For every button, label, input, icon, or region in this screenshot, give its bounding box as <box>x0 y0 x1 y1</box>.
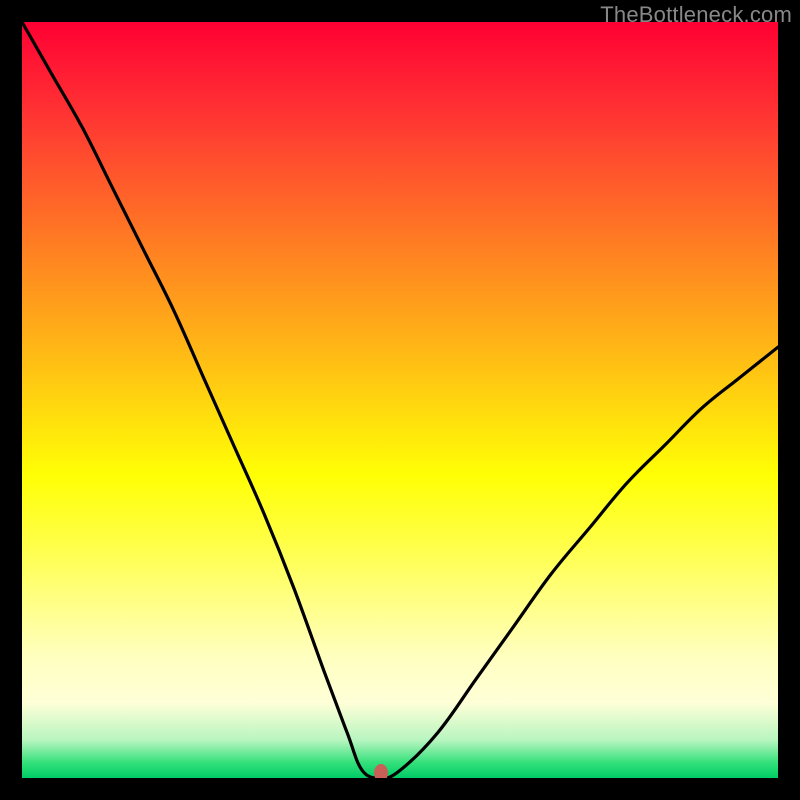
bottleneck-curve <box>22 22 778 778</box>
watermark-text: TheBottleneck.com <box>600 2 792 28</box>
chart-plot-area <box>22 22 778 778</box>
optimal-point-marker <box>374 764 388 778</box>
chart-frame: TheBottleneck.com <box>0 0 800 800</box>
